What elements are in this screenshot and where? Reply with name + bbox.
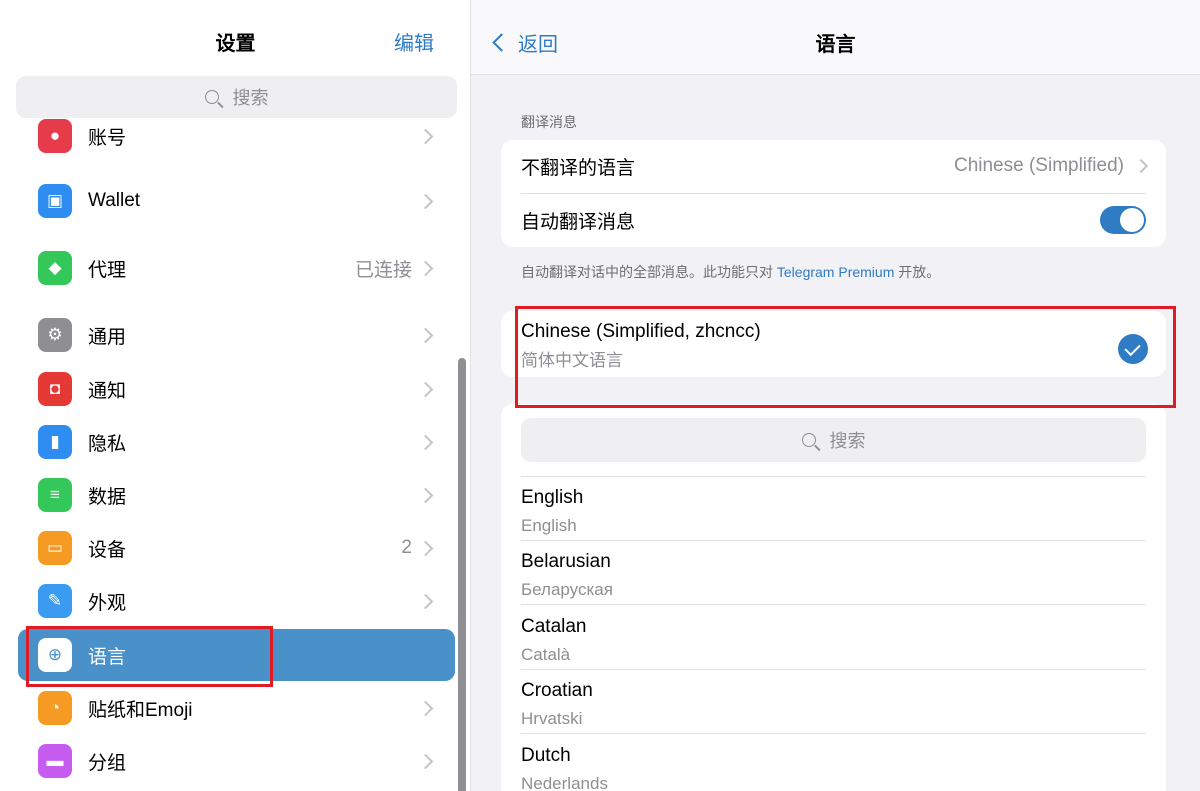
sidebar-item-folders[interactable]: ▬ 分组 xyxy=(18,735,455,787)
settings-sidebar: 设置 编辑 搜索 ● 账号 ▣ Wallet ◆ 代理 已连接 ⚙ 通用 ◘ 通 xyxy=(0,0,471,791)
current-language-native: 简体中文语言 xyxy=(521,351,623,370)
search-icon xyxy=(801,433,816,447)
notification-icon: ◘ xyxy=(38,372,72,406)
footnote-text: 自动翻译对话中的全部消息。此功能只对 xyxy=(521,264,777,280)
settings-list: ● 账号 ▣ Wallet ◆ 代理 已连接 ⚙ 通用 ◘ 通知 ▮ 隐私 ≡ … xyxy=(0,118,471,791)
chevron-right-icon xyxy=(1133,158,1149,174)
language-name: English xyxy=(521,487,584,508)
sidebar-item-label: Wallet xyxy=(88,190,141,211)
sidebar-item-label: 数据 xyxy=(88,486,127,508)
chevron-right-icon xyxy=(417,327,434,343)
auto-translate-footnote: 自动翻译对话中的全部消息。此功能只对 Telegram Premium 开放。 xyxy=(521,262,940,282)
sidebar-item-appearance[interactable]: ✎ 外观 xyxy=(18,575,455,627)
chevron-right-icon xyxy=(417,487,434,503)
sidebar-item-label: 账号 xyxy=(88,127,127,149)
translate-section-header: 翻译消息 xyxy=(521,114,577,130)
database-icon: ≡ xyxy=(38,478,72,512)
current-language-name: Chinese (Simplified, zhcncc) xyxy=(521,321,761,342)
telegram-premium-link[interactable]: Telegram Premium xyxy=(777,264,894,280)
sidebar-item-label: 设备 xyxy=(88,539,127,561)
language-search-input[interactable]: 搜索 xyxy=(521,418,1146,462)
sidebar-item-wallet[interactable]: ▣ Wallet xyxy=(18,175,455,227)
sidebar-item-proxy[interactable]: ◆ 代理 已连接 xyxy=(18,242,455,294)
language-native: Hrvatski xyxy=(521,709,583,728)
chevron-right-icon xyxy=(417,193,434,209)
chevron-right-icon xyxy=(417,753,434,769)
checkmark-icon xyxy=(1118,334,1148,364)
chevron-right-icon xyxy=(417,434,434,450)
translate-settings-card: 不翻译的语言 Chinese (Simplified) 自动翻译消息 xyxy=(501,140,1166,247)
do-not-translate-value: Chinese (Simplified) xyxy=(953,155,1124,176)
divider xyxy=(521,733,1146,734)
chevron-right-icon xyxy=(417,128,434,144)
globe-icon: ⊕ xyxy=(38,638,72,672)
auto-translate-label: 自动翻译消息 xyxy=(521,211,636,233)
chevron-right-icon xyxy=(417,700,434,716)
language-native: Català xyxy=(521,645,571,664)
sticker-icon: ◔ xyxy=(38,691,72,725)
do-not-translate-label: 不翻译的语言 xyxy=(521,157,636,179)
chevron-right-icon xyxy=(417,593,434,609)
language-native: Nederlands xyxy=(521,774,608,791)
language-name: Catalan xyxy=(521,616,587,637)
sidebar-item-language[interactable]: ⊕ 语言 xyxy=(18,629,455,681)
current-language-card[interactable]: Chinese (Simplified, zhcncc) 简体中文语言 xyxy=(501,311,1166,377)
sidebar-item-notifications[interactable]: ◘ 通知 xyxy=(18,363,455,415)
sidebar-item-label: 语言 xyxy=(88,646,127,668)
chevron-right-icon xyxy=(417,381,434,397)
sidebar-item-privacy[interactable]: ▮ 隐私 xyxy=(18,416,455,468)
edit-button[interactable]: 编辑 xyxy=(394,27,434,56)
footnote-suffix: 开放。 xyxy=(894,264,941,280)
sidebar-item-label: 隐私 xyxy=(88,433,127,455)
shield-icon: ◆ xyxy=(38,251,72,285)
language-name: Belarusian xyxy=(521,551,611,572)
language-name: Croatian xyxy=(521,680,593,701)
language-item-english[interactable]: English English xyxy=(521,477,1146,541)
language-list-card: 搜索 English English Belarusian Беларуская… xyxy=(501,404,1166,791)
devices-count: 2 xyxy=(401,537,412,558)
sidebar-item-account[interactable]: ● 账号 xyxy=(18,118,455,162)
gear-icon: ⚙ xyxy=(38,318,72,352)
laptop-icon: ▭ xyxy=(38,531,72,565)
proxy-status: 已连接 xyxy=(354,259,412,281)
navigation-bar: 返回 语言 xyxy=(471,0,1200,75)
sidebar-item-stickers[interactable]: ◔ 贴纸和Emoji xyxy=(18,682,455,734)
sidebar-item-label: 外观 xyxy=(88,592,127,614)
sidebar-search-input[interactable]: 搜索 xyxy=(16,76,457,118)
sidebar-item-devices[interactable]: ▭ 设备 2 xyxy=(18,522,455,574)
auto-translate-toggle[interactable] xyxy=(1100,206,1146,234)
current-language-text: Chinese (Simplified, zhcncc) 简体中文语言 xyxy=(521,321,761,371)
page-title: 语言 xyxy=(815,34,856,56)
language-name: Dutch xyxy=(521,745,571,766)
folder-icon: ▬ xyxy=(38,744,72,778)
divider xyxy=(521,604,1146,605)
do-not-translate-cell[interactable]: 不翻译的语言 Chinese (Simplified) xyxy=(521,140,1149,192)
language-search-placeholder: 搜索 xyxy=(829,431,866,451)
sidebar-item-label: 通知 xyxy=(88,380,127,402)
language-native: English xyxy=(521,516,577,535)
sidebar-scrollbar[interactable] xyxy=(458,358,466,791)
chevron-right-icon xyxy=(417,540,434,556)
wallet-icon: ▣ xyxy=(38,184,72,218)
toggle-knob xyxy=(1120,208,1144,232)
language-item-catalan[interactable]: Catalan Català xyxy=(521,606,1146,670)
language-native: Беларуская xyxy=(521,580,613,599)
lock-icon: ▮ xyxy=(38,425,72,459)
brush-icon: ✎ xyxy=(38,584,72,618)
account-icon: ● xyxy=(38,119,72,153)
auto-translate-cell: 自动翻译消息 xyxy=(521,194,1146,246)
sidebar-item-label: 代理 xyxy=(88,259,127,281)
language-item-belarusian[interactable]: Belarusian Беларуская xyxy=(521,541,1146,605)
language-item-dutch[interactable]: Dutch Nederlands xyxy=(521,735,1146,791)
chevron-right-icon xyxy=(417,260,434,276)
sidebar-item-label: 分组 xyxy=(88,752,127,774)
language-item-croatian[interactable]: Croatian Hrvatski xyxy=(521,670,1146,734)
sidebar-item-data[interactable]: ≡ 数据 xyxy=(18,469,455,521)
sidebar-item-general[interactable]: ⚙ 通用 xyxy=(18,309,455,361)
sidebar-item-label: 贴纸和Emoji xyxy=(88,699,193,721)
sidebar-search-placeholder: 搜索 xyxy=(232,88,269,108)
sidebar-item-label: 通用 xyxy=(88,326,127,348)
search-icon xyxy=(204,90,219,104)
language-detail: 返回 语言 翻译消息 不翻译的语言 Chinese (Simplified) 自… xyxy=(471,0,1200,791)
